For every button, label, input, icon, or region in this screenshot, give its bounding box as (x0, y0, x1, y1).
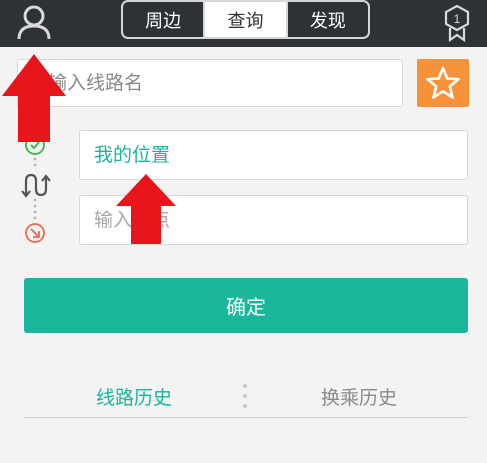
annotation-arrow-icon (116, 174, 176, 244)
medal-icon: 1 (444, 4, 470, 43)
confirm-button[interactable]: 确定 (24, 278, 468, 333)
route-marker-column (21, 135, 51, 243)
tab-nearby[interactable]: 周边 (123, 2, 206, 37)
history-underline (24, 417, 468, 418)
swap-icon[interactable] (21, 173, 51, 198)
tab-route-history[interactable]: 线路历史 (24, 378, 244, 414)
star-icon (426, 66, 460, 99)
achievement-button[interactable]: 1 (440, 2, 474, 43)
tab-query[interactable]: 查询 (205, 2, 288, 37)
tab-divider (243, 384, 247, 408)
user-icon (17, 5, 51, 40)
user-profile-button[interactable] (14, 2, 54, 42)
favorite-button[interactable] (417, 59, 469, 107)
end-point-icon (25, 223, 45, 243)
line-search-input[interactable]: 输入线路名 (17, 59, 403, 107)
tab-transfer-history[interactable]: 换乘历史 (250, 378, 468, 414)
top-bar: 周边 查询 发现 1 (0, 0, 487, 47)
mode-segmented-control: 周边 查询 发现 (121, 0, 370, 39)
annotation-arrow-icon (2, 54, 66, 142)
tab-discover[interactable]: 发现 (288, 2, 368, 37)
badge-count: 1 (454, 12, 461, 26)
